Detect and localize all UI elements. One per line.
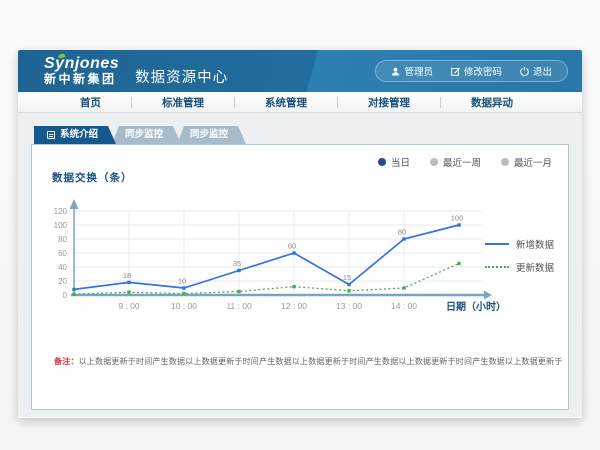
- nav-item-integration[interactable]: 对接管理: [338, 95, 440, 110]
- logout-button[interactable]: 退出: [511, 61, 561, 81]
- logo-company-name: 新中新集团: [44, 73, 119, 86]
- y-tick-label: 40: [58, 263, 67, 272]
- x-axis-arrow-icon: [484, 291, 492, 300]
- x-axis-title: 日期（小时）: [446, 300, 506, 313]
- tab-system-intro[interactable]: 系统介绍: [34, 126, 116, 144]
- radio-selected-icon: [378, 158, 386, 166]
- radio-unselected-icon: [501, 158, 509, 166]
- data-point-label: 80: [398, 228, 406, 237]
- document-icon: [47, 131, 55, 139]
- change-password-button-label: 修改密码: [464, 64, 502, 78]
- series-line-swatch: [485, 266, 509, 268]
- nav-item-data-changes[interactable]: 数据异动: [441, 95, 543, 110]
- range-option-label: 当日: [391, 155, 410, 169]
- y-tick-label: 100: [54, 221, 68, 230]
- tab-label: 系统介绍: [60, 126, 98, 144]
- range-option-today[interactable]: 当日: [378, 155, 410, 169]
- y-tick-label: 120: [54, 207, 68, 216]
- y-tick-label: 0: [63, 291, 68, 300]
- data-point: [182, 292, 185, 295]
- change-password-button[interactable]: 修改密码: [442, 61, 511, 81]
- data-point: [347, 283, 350, 286]
- y-tick-label: 80: [58, 235, 67, 244]
- data-point: [457, 223, 460, 226]
- x-tick-label: 14 : 00: [391, 301, 417, 311]
- app-header: Synjones 新中新集团 数据资源中心 管理员 修改密码: [18, 50, 582, 92]
- data-point: [347, 289, 350, 292]
- range-option-last-week[interactable]: 最近一周: [430, 155, 481, 169]
- data-point-label: 15: [343, 273, 351, 282]
- data-point: [182, 286, 185, 289]
- logo-wordmark: Synjones: [44, 56, 119, 73]
- page-title: 数据资源中心: [135, 66, 228, 87]
- y-axis-arrow-icon: [70, 199, 79, 209]
- y-tick-label: 60: [58, 249, 67, 258]
- range-filter-group: 当日 最近一周 最近一月: [378, 155, 552, 169]
- legend-item-new-data: 新增数据: [485, 237, 554, 251]
- data-point: [292, 285, 295, 288]
- data-point-label: 60: [288, 242, 296, 251]
- data-point: [292, 251, 295, 254]
- edit-icon: [451, 67, 460, 76]
- tab-bar: 系统介绍 同步监控 同步监控: [34, 126, 246, 144]
- data-point: [457, 262, 460, 265]
- data-point: [72, 288, 75, 291]
- x-tick-label: 13 : 00: [336, 301, 362, 311]
- app-window: Synjones 新中新集团 数据资源中心 管理员 修改密码: [18, 50, 582, 418]
- nav-item-home[interactable]: 首页: [50, 95, 131, 110]
- data-point: [402, 237, 405, 240]
- data-point-label: 100: [451, 214, 464, 223]
- data-point: [127, 291, 130, 294]
- data-point: [127, 281, 130, 284]
- range-option-label: 最近一月: [514, 155, 552, 169]
- data-point-label: 35: [233, 259, 241, 268]
- user-button[interactable]: 管理员: [382, 61, 442, 81]
- data-point: [237, 290, 240, 293]
- tab-sync-monitor-1[interactable]: 同步监控: [112, 126, 181, 144]
- data-point: [237, 269, 240, 272]
- tab-label: 同步监控: [190, 126, 228, 144]
- x-tick-label: 11 : 00: [226, 301, 252, 311]
- radio-unselected-icon: [430, 158, 438, 166]
- data-point-label: 10: [178, 277, 186, 286]
- data-point: [402, 286, 405, 289]
- logo: Synjones 新中新集团: [44, 56, 119, 85]
- x-tick-label: 10 : 00: [171, 301, 197, 311]
- series-line-swatch: [485, 243, 509, 245]
- y-tick-label: 20: [58, 277, 67, 286]
- footnote-label: 备注：: [54, 357, 79, 366]
- logout-button-label: 退出: [533, 64, 552, 78]
- chart-legend: 新增数据 更新数据: [485, 237, 554, 274]
- user-button-label: 管理员: [404, 64, 433, 78]
- legend-label: 更新数据: [516, 260, 554, 274]
- x-tick-label: 12 : 00: [281, 301, 307, 311]
- data-point: [72, 293, 75, 296]
- footnote-text: 以上数据更新于时间产生数据以上数据更新于时间产生数据以上数据更新于时间产生数据以…: [79, 357, 563, 366]
- range-option-label: 最近一周: [443, 155, 481, 169]
- main-nav: 首页 标准管理 系统管理 对接管理 数据异动: [18, 92, 582, 113]
- chart-panel: 当日 最近一周 最近一月 数据交换（条） 0 20 40 60 80 100 120 9 : …: [31, 144, 569, 410]
- user-icon: [391, 67, 400, 76]
- tab-sync-monitor-2[interactable]: 同步监控: [177, 126, 246, 144]
- nav-item-system[interactable]: 系统管理: [235, 95, 337, 110]
- y-axis-title: 数据交换（条）: [52, 170, 133, 185]
- legend-label: 新增数据: [516, 237, 554, 251]
- user-actions-group: 管理员 修改密码 退出: [375, 60, 568, 82]
- line-chart: 0 20 40 60 80 100 120 9 : 00 10 : 00 11 : 00 12 : …: [44, 189, 508, 321]
- series-line-更新数据: [74, 264, 459, 295]
- nav-item-standards[interactable]: 标准管理: [132, 95, 234, 110]
- x-tick-label: 9 : 00: [118, 301, 140, 311]
- tab-label: 同步监控: [125, 126, 163, 144]
- content-area: 系统介绍 同步监控 同步监控 当日 最近一周: [18, 113, 582, 417]
- data-point-label: 18: [123, 271, 131, 280]
- power-icon: [520, 67, 529, 76]
- legend-item-updated-data: 更新数据: [485, 260, 554, 274]
- range-option-last-month[interactable]: 最近一月: [501, 155, 552, 169]
- footnote: 备注：以上数据更新于时间产生数据以上数据更新于时间产生数据以上数据更新于时间产生…: [54, 356, 562, 367]
